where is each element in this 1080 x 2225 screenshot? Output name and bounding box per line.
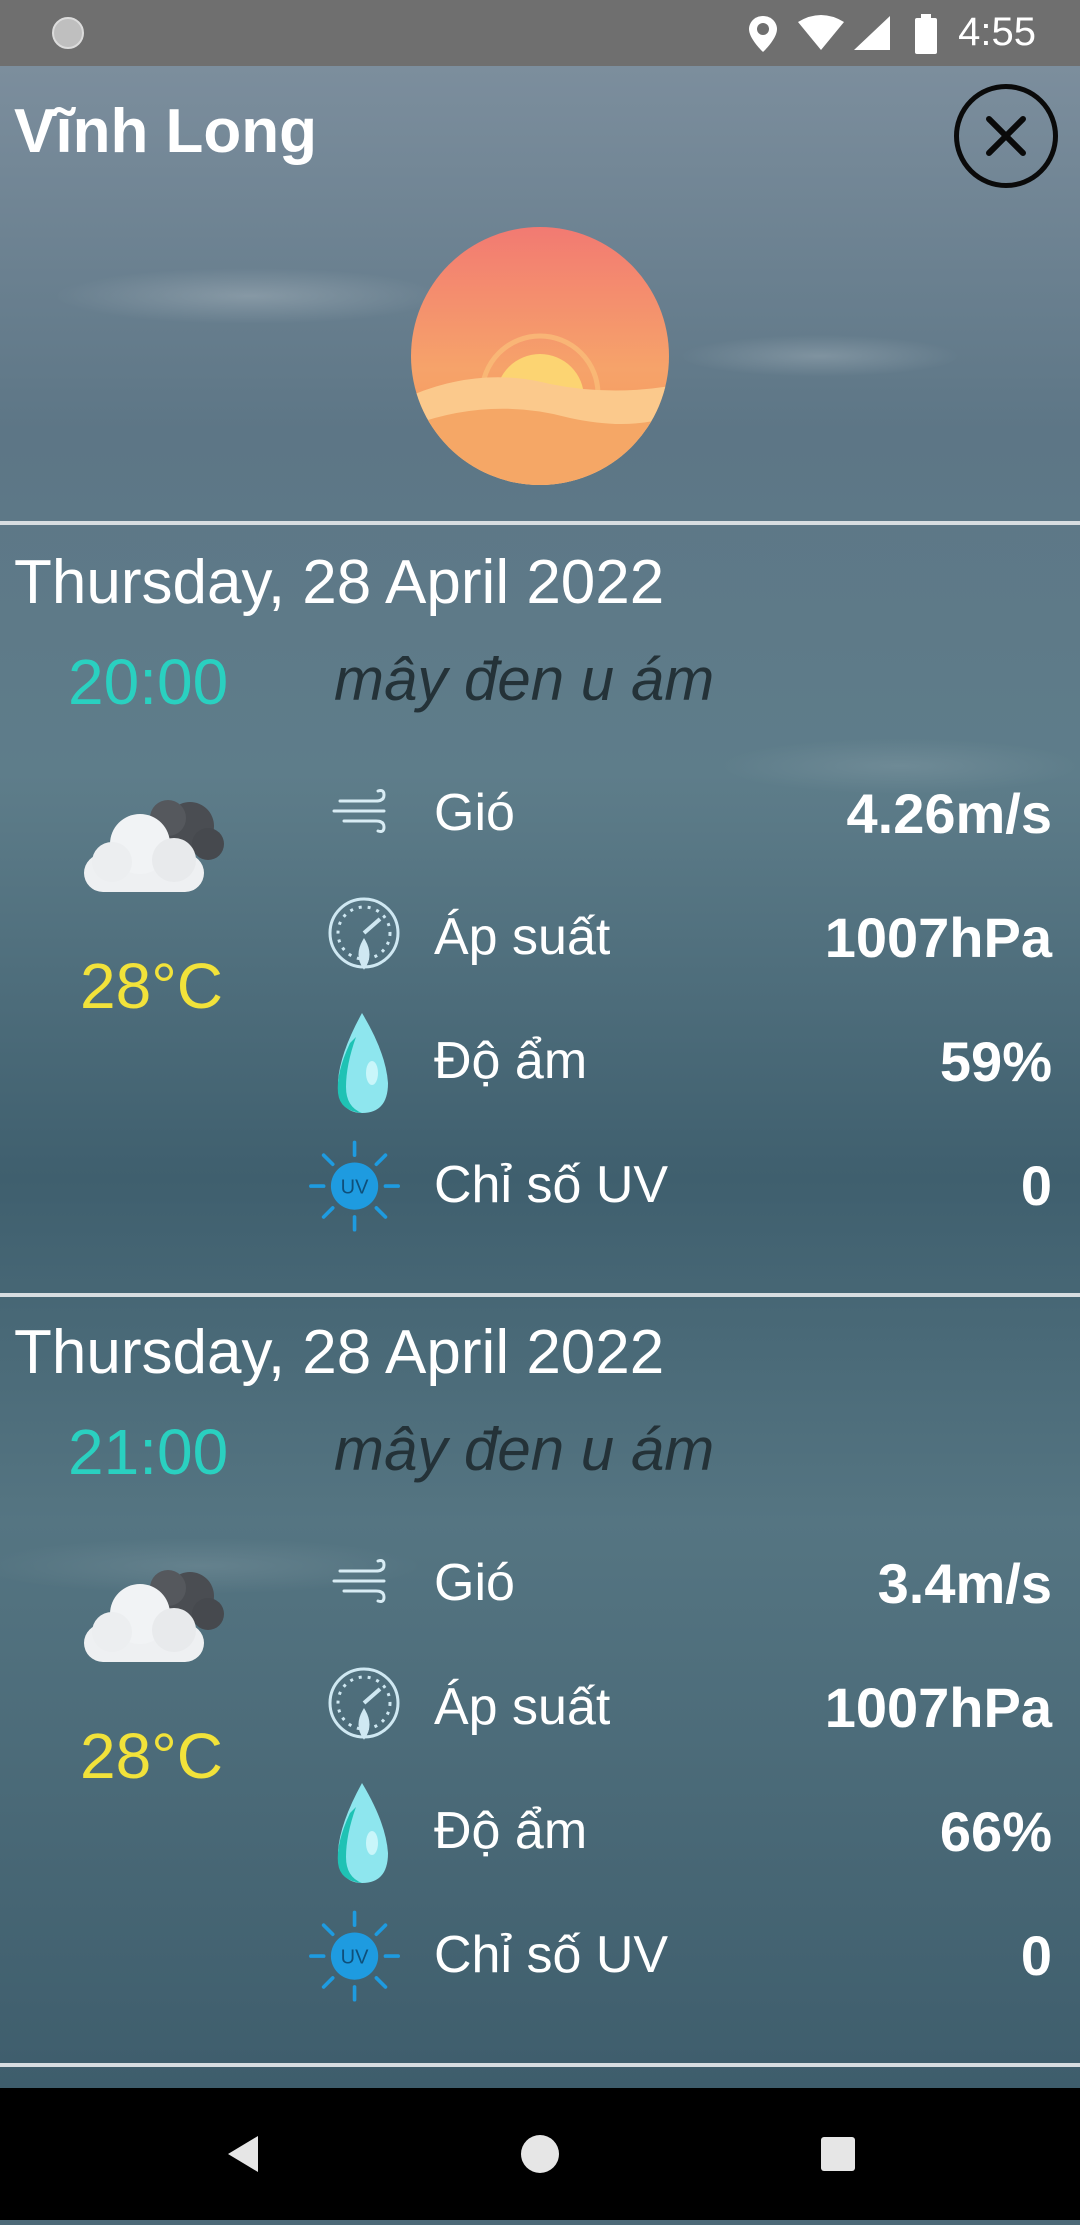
humidity-row: Độ ẩm 66% — [310, 1783, 1052, 1883]
water-drop-icon — [337, 1783, 388, 1883]
location-icon — [749, 16, 777, 52]
wind-icon — [332, 789, 386, 833]
uv-row: UV Chỉ số UV 0 — [309, 1137, 1052, 1233]
close-icon — [986, 116, 1026, 156]
location-header: Vĩnh Long — [0, 66, 1080, 521]
pressure-label: Áp suất — [434, 908, 611, 966]
weather-detail-screen[interactable]: Vĩnh Long Thursday, 28 April 2022 20:00 … — [0, 66, 1080, 2088]
temperature: 28°C — [80, 1720, 223, 1792]
humidity-value: 66% — [939, 1800, 1052, 1863]
wind-label: Gió — [434, 784, 515, 842]
temperature: 28°C — [80, 950, 223, 1022]
uv-index-icon: UV — [309, 1910, 400, 2002]
dark-cloud-icon — [84, 1570, 224, 1662]
humidity-value: 59% — [939, 1030, 1052, 1093]
uv-label: Chỉ số UV — [434, 1156, 669, 1214]
pressure-gauge-icon — [328, 1667, 400, 1740]
city-name: Vĩnh Long — [14, 97, 318, 166]
wind-row: Gió 3.4m/s — [310, 1535, 1052, 1631]
divider — [0, 521, 1080, 525]
forecast-card: Thursday, 28 April 2022 20:00 mây đen u … — [0, 527, 1080, 1295]
wind-label: Gió — [434, 1554, 515, 1612]
pressure-row: Áp suất 1007hPa — [310, 889, 1052, 985]
home-button[interactable] — [480, 2088, 600, 2220]
wind-value: 4.26m/s — [846, 782, 1053, 845]
recents-button[interactable] — [778, 2088, 898, 2220]
weather-description: mây đen u ám — [334, 1416, 715, 1483]
svg-text:UV: UV — [341, 1176, 369, 1198]
cell-signal-icon — [854, 16, 890, 50]
humidity-row: Độ ẩm 59% — [310, 1013, 1052, 1113]
humidity-label: Độ ẩm — [434, 1032, 588, 1090]
wind-icon — [332, 1559, 386, 1603]
uv-value: 0 — [1020, 1154, 1052, 1217]
water-drop-icon — [337, 1013, 388, 1113]
uv-index-icon: UV — [309, 1140, 400, 1232]
sunset-icon — [411, 227, 669, 485]
forecast-time: 20:00 — [68, 646, 229, 718]
pressure-label: Áp suất — [434, 1678, 611, 1736]
forecast-card: Thursday, 28 April 2022 21:00 mây đen u … — [0, 1297, 1080, 2065]
navigation-bar — [0, 2088, 1080, 2220]
uv-row: UV Chỉ số UV 0 — [309, 1907, 1052, 2003]
wifi-icon — [798, 15, 844, 50]
pressure-row: Áp suất 1007hPa — [310, 1659, 1052, 1755]
home-icon — [521, 2135, 559, 2173]
pressure-value: 1007hPa — [824, 906, 1052, 969]
status-bar: 4:55 — [0, 0, 1080, 66]
uv-label: Chỉ số UV — [434, 1926, 669, 1984]
pressure-value: 1007hPa — [824, 1676, 1052, 1739]
battery-icon — [915, 14, 937, 54]
back-button[interactable] — [182, 2088, 302, 2220]
pressure-gauge-icon — [328, 897, 400, 970]
forecast-date: Thursday, 28 April 2022 — [14, 1318, 665, 1387]
weather-description: mây đen u ám — [334, 646, 715, 713]
forecast-date: Thursday, 28 April 2022 — [14, 548, 665, 617]
humidity-label: Độ ẩm — [434, 1802, 588, 1860]
forecast-time: 21:00 — [68, 1416, 229, 1488]
back-icon — [228, 2136, 258, 2172]
notification-icon — [52, 17, 84, 49]
dark-cloud-icon — [84, 800, 224, 892]
wind-row: Gió 4.26m/s — [310, 765, 1052, 861]
recents-icon — [821, 2137, 855, 2171]
divider — [0, 2063, 1080, 2067]
wind-value: 3.4m/s — [877, 1552, 1052, 1615]
uv-value: 0 — [1020, 1924, 1052, 1987]
svg-text:UV: UV — [341, 1946, 369, 1968]
status-time: 4:55 — [958, 10, 1036, 54]
close-button[interactable] — [954, 84, 1058, 188]
